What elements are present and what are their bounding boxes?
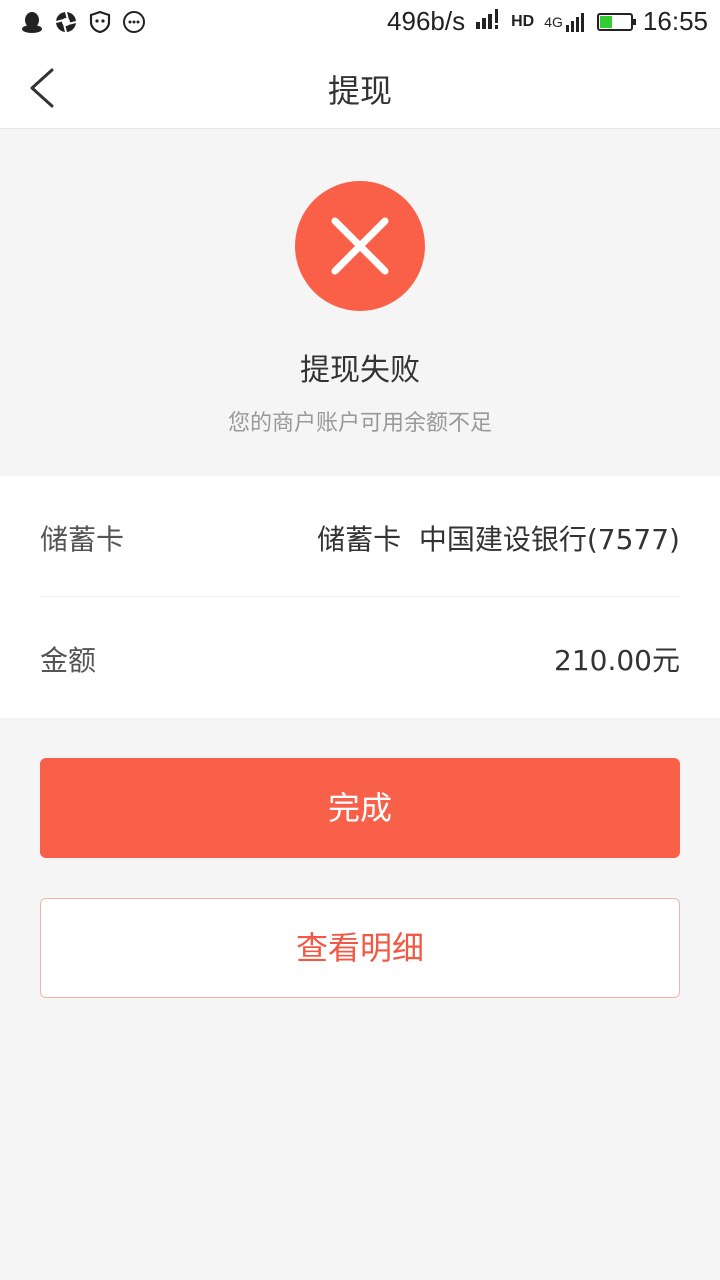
failure-icon	[295, 181, 425, 311]
result-section: 提现失败 您的商户账户可用余额不足	[0, 129, 720, 475]
amount-label: 金额	[40, 644, 97, 677]
qq-icon	[20, 10, 44, 34]
hd-label: HD	[511, 12, 535, 30]
chat-bubble-icon	[122, 10, 146, 34]
page-title: 提现	[327, 72, 392, 110]
card-value: 储蓄卡 中国建设银行(7577)	[317, 523, 680, 556]
navigation-bar: 提现	[0, 48, 720, 129]
close-icon	[331, 217, 389, 275]
amount-value: 210.00元	[554, 644, 680, 677]
status-bar-notifications	[20, 10, 146, 34]
card-label: 储蓄卡	[40, 523, 125, 556]
mobile-signal-icon	[565, 12, 584, 32]
hd-call-icon: HD	[511, 13, 534, 31]
done-button[interactable]: 完成	[40, 758, 680, 858]
view-details-button[interactable]: 查看明细	[40, 898, 680, 998]
shield-face-icon	[88, 10, 112, 34]
signal-icon	[475, 6, 501, 37]
battery-icon	[596, 12, 636, 31]
status-bar-system: 496b/s HD 4G 16:55	[387, 6, 708, 37]
battery-level	[599, 15, 612, 28]
result-title: 提现失败	[300, 353, 420, 388]
card-row: 储蓄卡 储蓄卡 中国建设银行(7577)	[40, 476, 680, 596]
aperture-icon	[54, 10, 78, 34]
withdraw-details: 储蓄卡 储蓄卡 中国建设银行(7577) 金额 210.00元	[0, 476, 720, 718]
amount-row: 金额 210.00元	[40, 597, 680, 717]
network-speed: 496b/s	[387, 6, 466, 36]
network-type: 4G	[544, 13, 563, 30]
clock: 16:55	[642, 6, 708, 36]
result-message: 您的商户账户可用余额不足	[227, 411, 492, 436]
status-bar: 496b/s HD 4G 16:55	[0, 0, 720, 48]
mobile-network: 4G	[544, 11, 587, 33]
